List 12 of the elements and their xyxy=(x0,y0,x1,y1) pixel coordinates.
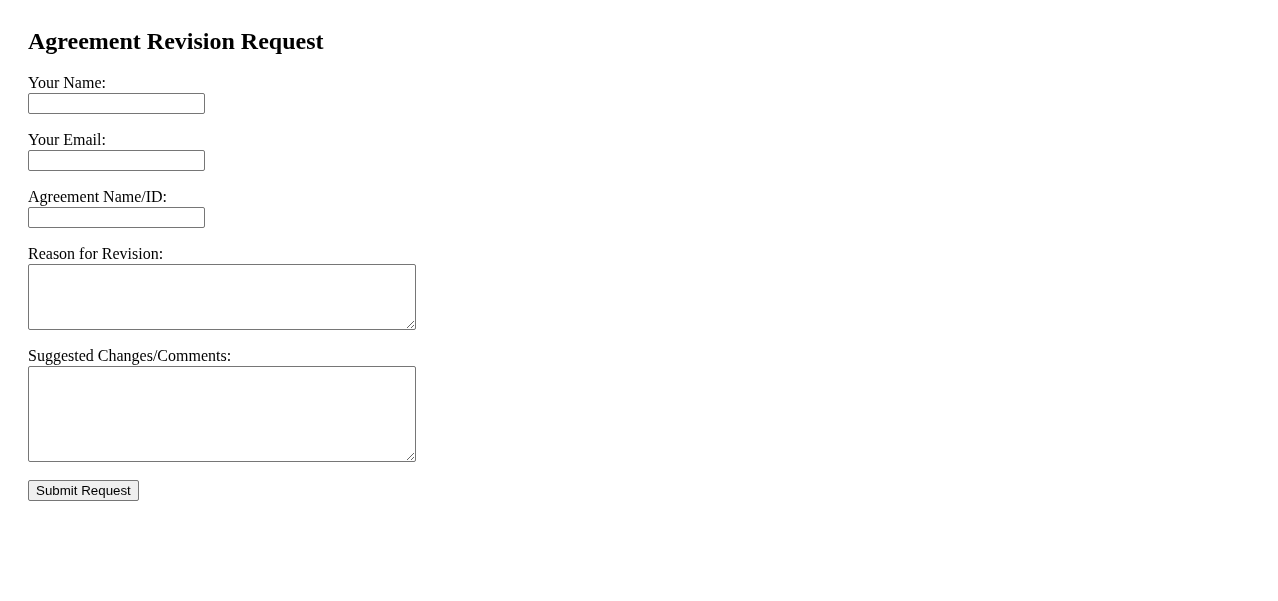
text-area[interactable] xyxy=(28,264,416,330)
field-label: Your Email: xyxy=(28,131,106,149)
text-area[interactable] xyxy=(28,366,416,462)
form-title: Agreement Revision Request xyxy=(28,27,324,55)
field-label: Agreement Name/ID: xyxy=(28,188,168,206)
input-field[interactable] xyxy=(28,93,205,114)
submit-button[interactable]: Submit Request xyxy=(28,480,139,501)
field-label: Reason for Revision: xyxy=(28,245,164,263)
input-field[interactable] xyxy=(28,207,205,228)
field-label: Suggested Changes/Comments: xyxy=(28,347,232,365)
input-field[interactable] xyxy=(28,150,205,171)
field-label: Your Name: xyxy=(28,74,106,92)
